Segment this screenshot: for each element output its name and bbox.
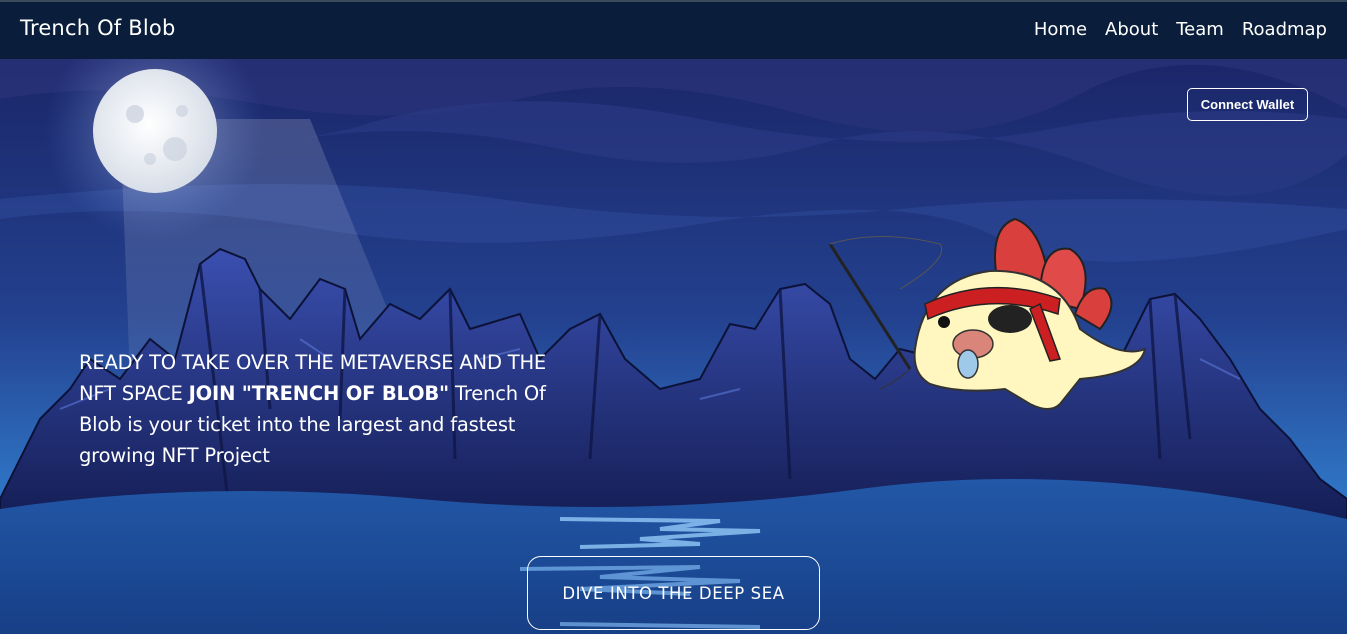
moon-illustration	[93, 69, 217, 193]
dive-into-deep-sea-button[interactable]: DIVE INTO THE DEEP SEA	[527, 556, 820, 630]
tagline-bold-join: JOIN "TRENCH OF BLOB"	[188, 382, 450, 405]
nav-link-home[interactable]: Home	[1034, 19, 1087, 40]
hero-tagline: READY TO TAKE OVER THE METAVERSE AND THE…	[79, 347, 579, 471]
nav-link-about[interactable]: About	[1105, 19, 1158, 40]
nav-link-roadmap[interactable]: Roadmap	[1242, 19, 1327, 40]
nav-link-team[interactable]: Team	[1176, 19, 1224, 40]
hero-section: READY TO TAKE OVER THE METAVERSE AND THE…	[0, 59, 1347, 634]
nav-links: Home About Team Roadmap	[1034, 19, 1327, 40]
connect-wallet-button[interactable]: Connect Wallet	[1187, 88, 1308, 121]
brand-logo-text[interactable]: Trench Of Blob	[20, 16, 176, 40]
top-navbar: Trench Of Blob Home About Team Roadmap	[0, 0, 1347, 59]
